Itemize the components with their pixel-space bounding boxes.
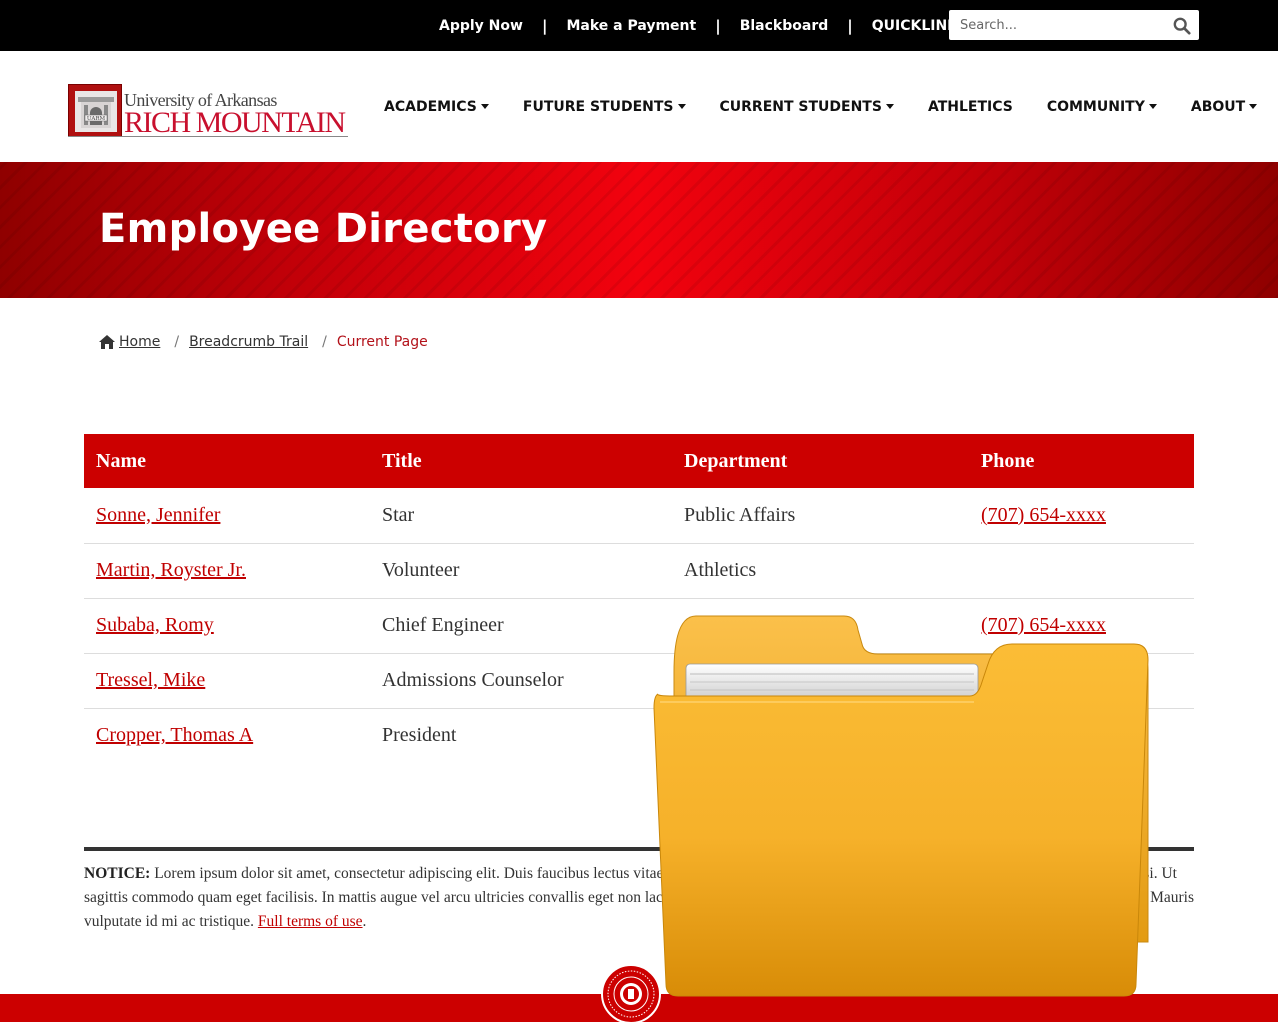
employee-name-link[interactable]: Subaba, Romy bbox=[96, 614, 214, 636]
breadcrumb: Home / Breadcrumb Trail / Current Page bbox=[99, 334, 428, 350]
building-icon: UARM bbox=[78, 97, 114, 128]
chevron-down-icon bbox=[677, 104, 686, 109]
employee-name-link[interactable]: Cropper, Thomas A bbox=[96, 724, 253, 746]
home-icon bbox=[99, 335, 115, 349]
nav-community[interactable]: COMMUNITY bbox=[1030, 99, 1174, 115]
employee-title: President bbox=[382, 724, 457, 747]
table-row: Sonne, Jennifer Star Public Affairs (707… bbox=[84, 488, 1194, 544]
blackboard-link[interactable]: Blackboard bbox=[721, 18, 848, 34]
employee-department: Public Affairs bbox=[672, 488, 969, 544]
breadcrumb-home[interactable]: Home bbox=[119, 334, 160, 350]
column-header-phone[interactable]: Phone bbox=[969, 434, 1194, 488]
employee-title: Volunteer bbox=[370, 543, 672, 599]
employee-name-link[interactable]: Sonne, Jennifer bbox=[96, 504, 220, 526]
folder-icon[interactable] bbox=[648, 612, 1156, 1008]
logo-rich-mountain-text: RICH MOUNTAIN bbox=[124, 106, 346, 139]
employee-title: Chief Engineer bbox=[370, 598, 672, 654]
search-box bbox=[949, 10, 1199, 40]
make-payment-link[interactable]: Make a Payment bbox=[547, 18, 715, 34]
university-logo[interactable]: UARM University of Arkansas RICH MOUNTAI… bbox=[68, 84, 348, 139]
employee-name-link[interactable]: Martin, Royster Jr. bbox=[96, 559, 246, 581]
nav-about[interactable]: ABOUT bbox=[1174, 99, 1274, 115]
chevron-down-icon bbox=[1148, 104, 1157, 109]
breadcrumb-current: Current Page bbox=[336, 334, 428, 350]
svg-text:UARM: UARM bbox=[87, 116, 106, 122]
employee-name-link[interactable]: Tressel, Mike bbox=[96, 669, 205, 691]
logo-emblem: UARM bbox=[68, 84, 122, 137]
employee-phone-link[interactable]: (707) 654-xxxx bbox=[981, 504, 1106, 526]
page-title: Employee Directory bbox=[99, 206, 548, 252]
top-bar: Apply Now | Make a Payment | Blackboard … bbox=[0, 0, 1278, 51]
table-row: Martin, Royster Jr. Volunteer Athletics bbox=[84, 543, 1194, 599]
breadcrumb-separator: / bbox=[174, 334, 180, 350]
column-header-title[interactable]: Title bbox=[370, 434, 672, 488]
main-nav: ACADEMICS FUTURE STUDENTS CURRENT STUDEN… bbox=[367, 51, 1274, 162]
top-links: Apply Now | Make a Payment | Blackboard … bbox=[420, 0, 1007, 51]
nav-academics[interactable]: ACADEMICS bbox=[367, 99, 506, 115]
nav-current-students[interactable]: CURRENT STUDENTS bbox=[703, 99, 911, 115]
employee-phone bbox=[969, 543, 1194, 599]
employee-title: Admissions Counselor bbox=[370, 653, 672, 709]
site-header: UARM University of Arkansas RICH MOUNTAI… bbox=[0, 51, 1278, 162]
search-input[interactable] bbox=[949, 10, 1164, 40]
search-icon[interactable] bbox=[1173, 17, 1191, 35]
apply-now-link[interactable]: Apply Now bbox=[420, 18, 542, 34]
nav-athletics[interactable]: ATHLETICS bbox=[911, 99, 1030, 115]
chevron-down-icon bbox=[480, 104, 489, 109]
breadcrumb-trail[interactable]: Breadcrumb Trail bbox=[189, 334, 308, 350]
breadcrumb-separator: / bbox=[322, 334, 327, 350]
hero-banner: Employee Directory bbox=[0, 162, 1278, 298]
terms-of-use-link[interactable]: Full terms of use bbox=[258, 913, 363, 930]
chevron-down-icon bbox=[885, 104, 894, 109]
column-header-name[interactable]: Name bbox=[84, 434, 370, 488]
employee-title: Star bbox=[370, 488, 672, 544]
table-header-row: Name Title Department Phone bbox=[84, 434, 1194, 488]
column-header-department[interactable]: Department bbox=[672, 434, 969, 488]
chevron-down-icon bbox=[1249, 104, 1258, 109]
notice-label: NOTICE: bbox=[84, 865, 151, 882]
employee-department: Athletics bbox=[672, 543, 969, 599]
nav-future-students[interactable]: FUTURE STUDENTS bbox=[506, 99, 703, 115]
